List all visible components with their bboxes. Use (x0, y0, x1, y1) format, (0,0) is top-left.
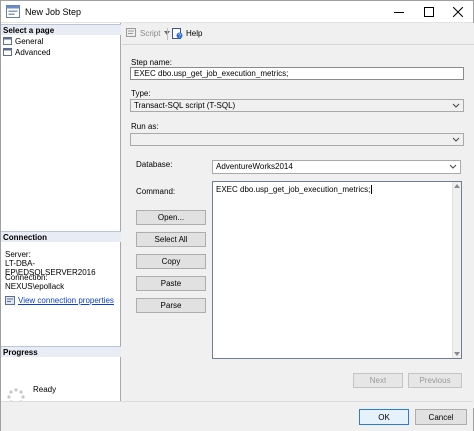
maximize-icon (424, 6, 434, 17)
database-select[interactable]: AdventureWorks2014 (212, 160, 461, 174)
previous-button[interactable]: Previous (408, 373, 462, 388)
svg-text:?: ? (178, 33, 181, 39)
connection-properties-icon (5, 296, 15, 305)
command-text: EXEC dbo.usp_get_job_execution_metrics; (216, 185, 371, 194)
new-job-step-dialog: New Job Step Select a page General Advan… (0, 0, 474, 431)
connection-label: Connection: (5, 273, 48, 282)
paste-button[interactable]: Paste (136, 276, 206, 291)
parse-button[interactable]: Parse (136, 298, 206, 313)
progress-heading: Progress (1, 346, 121, 357)
page-icon (3, 37, 12, 45)
close-icon (453, 6, 463, 17)
view-connection-link-text: View connection properties (18, 296, 114, 305)
database-select-value: AdventureWorks2014 (216, 162, 293, 171)
chevron-down-icon (452, 103, 460, 108)
job-step-app-icon (6, 5, 20, 18)
minimize-icon (394, 11, 404, 13)
dialog-footer: OK Cancel (1, 401, 473, 431)
next-button[interactable]: Next (353, 373, 403, 388)
command-textarea[interactable]: EXEC dbo.usp_get_job_execution_metrics; (212, 181, 462, 359)
database-label: Database: (136, 160, 173, 169)
select-all-button[interactable]: Select All (136, 232, 206, 247)
progress-status: Ready (33, 385, 57, 394)
chevron-down-icon[interactable] (454, 352, 460, 356)
type-select-value: Transact-SQL script (T-SQL) (134, 101, 236, 110)
right-pane: Script ? Help Step name: Type: Transact-… (122, 23, 474, 408)
view-connection-properties-link[interactable]: View connection properties (5, 296, 114, 305)
type-label: Type: (131, 89, 151, 98)
title-bar: New Job Step (1, 1, 473, 23)
connection-heading: Connection (1, 231, 121, 242)
chevron-down-icon (449, 164, 457, 169)
chevron-up-icon[interactable] (454, 184, 460, 188)
step-name-input[interactable] (130, 67, 464, 80)
help-label: Help (186, 29, 203, 38)
window-title: New Job Step (25, 7, 82, 17)
step-name-label: Step name: (131, 58, 172, 67)
help-button[interactable]: ? Help (172, 28, 202, 39)
help-icon: ? (172, 28, 183, 39)
toolbar: Script ? Help (122, 23, 474, 45)
text-caret (371, 185, 373, 195)
page-item-label: General (15, 36, 44, 46)
page-icon (3, 48, 12, 56)
command-scrollbar[interactable] (452, 182, 461, 358)
type-select[interactable]: Transact-SQL script (T-SQL) (130, 99, 464, 112)
minimize-button[interactable] (384, 1, 414, 22)
connection-value: NEXUS\epollack (5, 282, 65, 291)
run-as-select[interactable] (130, 133, 464, 146)
maximize-button[interactable] (414, 1, 444, 22)
script-label: Script (140, 28, 161, 38)
select-page-heading: Select a page (1, 24, 121, 35)
left-pane: Select a page General Advanced Connectio… (1, 23, 121, 408)
run-as-label: Run as: (131, 122, 159, 131)
command-label: Command: (136, 187, 176, 196)
script-button[interactable]: Script (126, 28, 171, 38)
toolbar-separator (167, 28, 168, 40)
close-window-button[interactable] (443, 1, 473, 22)
server-label: Server: (5, 250, 31, 259)
page-item-label: Advanced (15, 47, 51, 57)
page-item-general[interactable]: General (3, 36, 43, 46)
open-button[interactable]: Open... (136, 210, 206, 225)
chevron-down-icon (452, 137, 460, 142)
ok-button[interactable]: OK (359, 409, 409, 425)
page-item-advanced[interactable]: Advanced (3, 47, 51, 57)
script-icon (126, 28, 136, 37)
copy-button[interactable]: Copy (136, 254, 206, 269)
cancel-button[interactable]: Cancel (415, 409, 467, 425)
